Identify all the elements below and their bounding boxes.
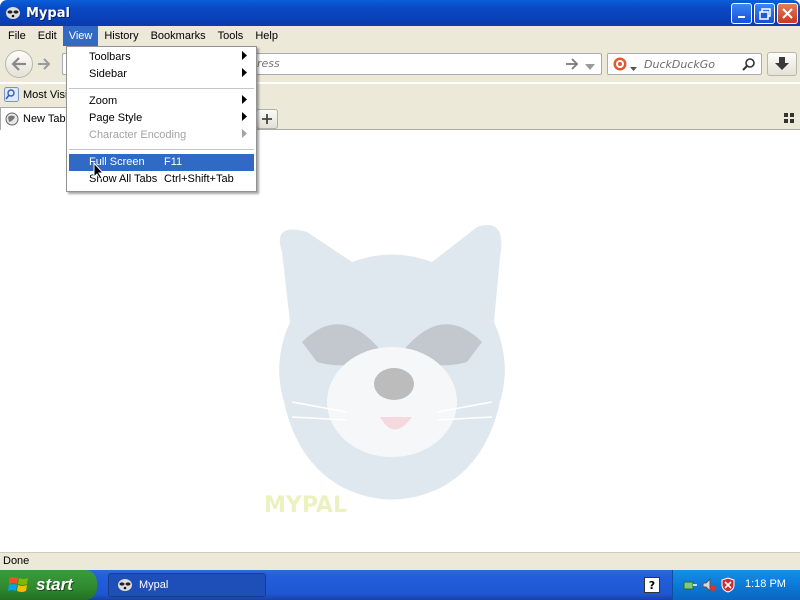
security-alert-icon[interactable] (720, 577, 736, 593)
mouse-cursor-icon (93, 161, 105, 183)
url-placeholder: ress (257, 57, 280, 70)
back-button[interactable] (5, 50, 33, 78)
close-button[interactable] (777, 3, 798, 24)
taskbar: start Mypal ? 1:18 PM (0, 570, 800, 600)
task-label: Mypal (139, 579, 169, 591)
start-label: start (36, 575, 73, 594)
taskbar-mypal-button[interactable]: Mypal (108, 573, 266, 597)
menu-separator (69, 88, 254, 89)
bookmark-most-visited[interactable]: Most Visit (4, 87, 70, 102)
menu-shortcut: Ctrl+Shift+Tab (164, 173, 234, 185)
menu-view[interactable]: View (62, 26, 99, 46)
list-all-tabs-button[interactable] (782, 111, 796, 125)
search-icon[interactable] (742, 57, 756, 74)
menu-bookmarks[interactable]: Bookmarks (145, 26, 212, 46)
menu-item-label: Zoom (89, 95, 118, 107)
search-engine-placeholder: DuckDuckGo (644, 58, 715, 71)
menu-page-style[interactable]: Page Style (69, 110, 254, 127)
status-text: Done (3, 555, 30, 567)
volume-icon[interactable] (701, 577, 717, 593)
window-title: Mypal (26, 5, 70, 21)
mypal-logo: MYPAL (262, 212, 522, 525)
download-arrow-icon (775, 57, 789, 70)
menu-item-label: Sidebar (89, 68, 127, 80)
menu-shortcut: F11 (164, 156, 183, 168)
title-bar[interactable]: Mypal (0, 0, 800, 26)
menu-item-label: Page Style (89, 112, 143, 124)
menu-character-encoding: Character Encoding (69, 127, 254, 144)
grid-icon (784, 113, 794, 123)
engine-dropdown-icon[interactable] (630, 62, 637, 75)
page-content[interactable]: MYPAL (0, 130, 800, 552)
system-tray: 1:18 PM (672, 570, 800, 600)
mypal-app-icon (118, 579, 132, 591)
menu-edit[interactable]: Edit (32, 26, 63, 46)
minimize-icon (737, 15, 745, 18)
close-icon (782, 8, 793, 19)
plus-icon (262, 114, 272, 124)
submenu-arrow-icon (242, 93, 247, 110)
bookmark-label: Most Visit (23, 88, 71, 101)
menu-toolbars[interactable]: Toolbars (69, 49, 254, 66)
menu-sidebar[interactable]: Sidebar (69, 66, 254, 83)
submenu-arrow-icon (242, 110, 247, 127)
menu-bar: File Edit View History Bookmarks Tools H… (0, 26, 800, 46)
submenu-arrow-icon (242, 66, 247, 83)
tab-new-tab[interactable]: New Tab (0, 107, 72, 130)
url-dropdown-icon[interactable] (585, 61, 595, 74)
maximize-button[interactable] (754, 3, 775, 24)
help-icon[interactable]: ? (644, 577, 660, 593)
back-arrow-icon (11, 57, 26, 71)
menu-file[interactable]: File (2, 26, 32, 46)
go-arrow-icon[interactable] (565, 58, 579, 73)
mypal-app-icon (5, 5, 21, 21)
clock: 1:18 PM (745, 578, 786, 590)
most-visited-icon (4, 87, 19, 102)
menu-item-label: Character Encoding (89, 129, 187, 141)
globe-icon (5, 112, 19, 126)
search-bar[interactable]: DuckDuckGo (607, 53, 762, 75)
logo-text: MYPAL (264, 493, 347, 518)
submenu-arrow-icon (242, 49, 247, 66)
status-bar: Done (0, 552, 800, 570)
windows-logo-icon (8, 577, 28, 592)
menu-separator (69, 149, 254, 150)
submenu-arrow-icon (242, 127, 247, 144)
menu-history[interactable]: History (98, 26, 144, 46)
duckduckgo-icon[interactable] (613, 57, 627, 74)
network-icon[interactable] (682, 577, 698, 593)
restore-icon (758, 7, 771, 20)
tab-label: New Tab (23, 113, 66, 125)
menu-help[interactable]: Help (249, 26, 284, 46)
start-button[interactable]: start (0, 570, 97, 600)
new-tab-button[interactable] (256, 109, 278, 129)
minimize-button[interactable] (731, 3, 752, 24)
menu-zoom[interactable]: Zoom (69, 93, 254, 110)
forward-button[interactable] (35, 55, 53, 73)
forward-arrow-icon (38, 58, 51, 70)
menu-item-label: Toolbars (89, 51, 131, 63)
menu-tools[interactable]: Tools (212, 26, 250, 46)
downloads-button[interactable] (767, 52, 797, 76)
